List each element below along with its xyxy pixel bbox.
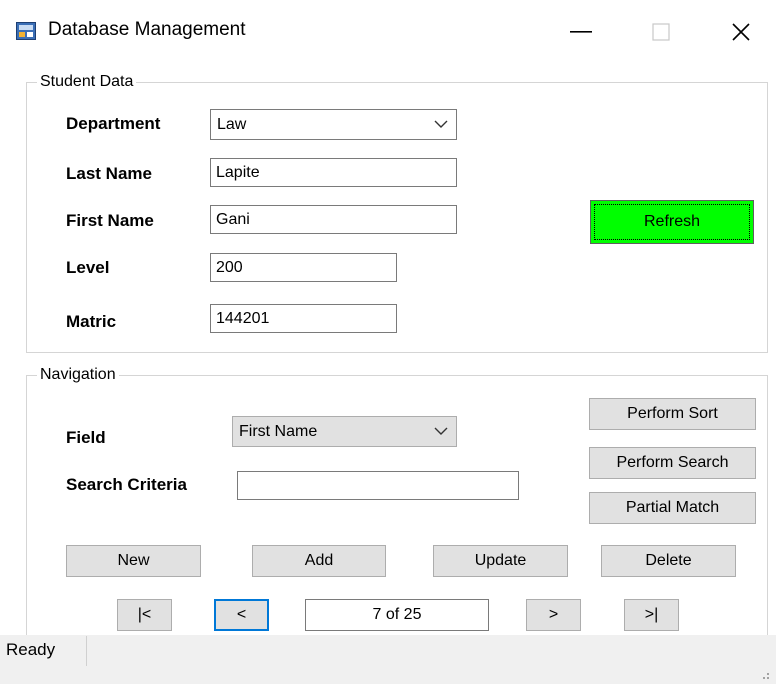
first-name-field[interactable] — [210, 205, 457, 234]
add-button[interactable]: Add — [252, 545, 386, 577]
perform-search-button[interactable]: Perform Search — [589, 447, 756, 479]
maximize-icon — [652, 23, 670, 41]
status-bar — [0, 635, 776, 684]
field-value: First Name — [239, 423, 318, 440]
matric-label: Matric — [66, 312, 117, 331]
matric-field[interactable] — [210, 304, 397, 333]
refresh-focus-rect — [594, 204, 750, 240]
next-record-button[interactable]: > — [526, 599, 581, 631]
new-button[interactable]: New — [66, 545, 201, 577]
status-divider — [86, 636, 87, 666]
last-record-button[interactable]: >| — [624, 599, 679, 631]
field-select[interactable]: First Name — [232, 416, 457, 447]
level-label: Level — [66, 258, 110, 277]
search-criteria-input[interactable] — [237, 471, 519, 500]
window-title: Database Management — [48, 19, 246, 40]
perform-sort-button[interactable]: Perform Sort — [589, 398, 756, 430]
department-value: Law — [217, 116, 247, 133]
delete-button[interactable]: Delete — [601, 545, 736, 577]
last-name-field[interactable] — [210, 158, 457, 187]
resize-grip-icon[interactable] — [758, 668, 770, 680]
last-name-label: Last Name — [66, 164, 152, 183]
database-app-icon — [16, 22, 36, 40]
status-text: Ready — [6, 640, 56, 659]
navigation-legend: Navigation — [40, 366, 116, 383]
previous-record-button[interactable]: < — [214, 599, 269, 631]
department-label: Department — [66, 114, 161, 133]
title-bar[interactable]: Database Management — [0, 0, 776, 62]
field-label: Field — [66, 428, 106, 447]
record-position-display: 7 of 25 — [305, 599, 489, 631]
minimize-button[interactable] — [552, 10, 610, 54]
app-window: Database Management Student Data Departm… — [0, 0, 776, 684]
refresh-button[interactable]: Refresh — [590, 200, 754, 244]
partial-match-button[interactable]: Partial Match — [589, 492, 756, 524]
search-criteria-label: Search Criteria — [66, 475, 187, 494]
first-record-button[interactable]: |< — [117, 599, 172, 631]
close-icon — [732, 23, 750, 41]
level-field[interactable] — [210, 253, 397, 282]
first-name-label: First Name — [66, 211, 154, 230]
chevron-down-icon — [434, 427, 448, 435]
department-select[interactable]: Law — [210, 109, 457, 140]
minimize-icon — [570, 31, 592, 33]
update-button[interactable]: Update — [433, 545, 568, 577]
maximize-button[interactable] — [632, 10, 690, 54]
student-data-legend: Student Data — [40, 73, 134, 90]
close-button[interactable] — [712, 10, 770, 54]
chevron-down-icon — [434, 120, 448, 128]
